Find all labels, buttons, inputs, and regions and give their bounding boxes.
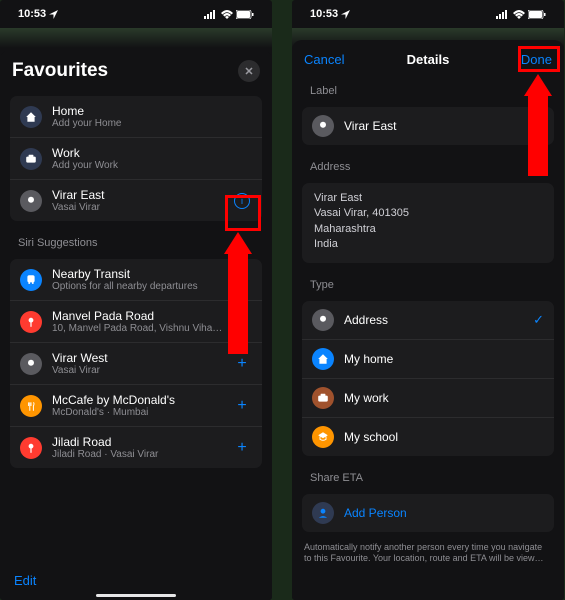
type-section: Address ✓ My home My work My school [302, 301, 554, 456]
type-label: Address [344, 313, 388, 327]
type-home[interactable]: My home [302, 339, 554, 378]
favourite-work[interactable]: WorkAdd your Work [10, 137, 262, 179]
row-title: Home [52, 104, 252, 118]
row-title: Manvel Pada Road [52, 309, 252, 323]
location-icon [49, 10, 58, 19]
suggestion-jiladi[interactable]: Jiladi RoadJiladi Road · Vasai Virar + [10, 426, 262, 468]
favourites-title: Favourites [12, 60, 108, 82]
row-sub: McDonald's · Mumbai [52, 407, 222, 418]
pin-icon [20, 437, 42, 459]
share-eta-label: Share ETA [292, 462, 564, 488]
favourite-virar-east[interactable]: Virar EastVasai Virar i [10, 179, 262, 221]
add-person-label: Add Person [344, 506, 407, 520]
done-button[interactable]: Done [510, 52, 552, 67]
type-label: My home [344, 352, 393, 366]
location-icon [341, 10, 350, 19]
row-title: McCafe by McDonald's [52, 393, 222, 407]
food-icon [20, 395, 42, 417]
status-bar: 10:53 [0, 0, 272, 28]
type-section-label: Type [292, 269, 564, 295]
school-icon [312, 426, 334, 448]
check-icon: ✓ [533, 312, 544, 328]
row-title: Nearby Transit [52, 267, 252, 281]
address-line-1: Vasai Virar, 401305 [314, 206, 542, 221]
address-section[interactable]: Virar East Vasai Virar, 401305 Maharasht… [302, 183, 554, 263]
row-sub: Vasai Virar [52, 202, 222, 213]
row-title: Virar East [52, 188, 222, 202]
info-button[interactable]: i [232, 191, 252, 211]
wifi-icon [513, 10, 525, 19]
right-phone: 10:53 Cancel Details Done Label Virar Ea… [292, 0, 564, 600]
left-phone: 10:53 Favourites ✕ HomeAdd your Home Wor… [0, 0, 272, 600]
row-title: Work [52, 146, 252, 160]
pin-icon [20, 190, 42, 212]
pin-icon [312, 309, 334, 331]
home-icon [312, 348, 334, 370]
row-sub: Options for all nearby departures [52, 281, 252, 292]
close-button[interactable]: ✕ [238, 60, 260, 82]
pin-icon [20, 353, 42, 375]
transit-icon [20, 269, 42, 291]
row-sub: Jiladi Road · Vasai Virar [52, 449, 222, 460]
add-button[interactable]: + [232, 438, 252, 458]
edit-button[interactable]: Edit [14, 573, 36, 588]
favourites-header: Favourites ✕ [0, 50, 272, 90]
add-button[interactable]: + [232, 396, 252, 416]
home-indicator[interactable] [96, 594, 176, 597]
label-section: Virar East [302, 107, 554, 145]
share-eta-desc: Automatically notify another person ever… [292, 538, 564, 573]
work-icon [20, 148, 42, 170]
label-value: Virar East [344, 119, 544, 133]
pin-icon [312, 115, 334, 137]
status-bar: 10:53 [292, 0, 564, 28]
type-label: My school [344, 430, 398, 444]
add-button[interactable]: + [232, 354, 252, 374]
address-line-3: India [314, 237, 542, 252]
home-icon [20, 106, 42, 128]
work-icon [312, 387, 334, 409]
info-icon: i [234, 193, 250, 209]
row-title: Jiladi Road [52, 435, 222, 449]
row-sub: Add your Work [52, 160, 252, 171]
row-sub: 10, Manvel Pada Road, Vishnu Viha… [52, 323, 252, 334]
suggestion-mccafe[interactable]: McCafe by McDonald'sMcDonald's · Mumbai … [10, 384, 262, 426]
type-school[interactable]: My school [302, 417, 554, 456]
type-address[interactable]: Address ✓ [302, 301, 554, 339]
status-time: 10:53 [18, 8, 46, 20]
arrow-info [224, 232, 252, 354]
share-eta-section: Add Person [302, 494, 554, 532]
details-header: Cancel Details Done [292, 40, 564, 75]
type-work[interactable]: My work [302, 378, 554, 417]
label-row[interactable]: Virar East [302, 107, 554, 145]
favourite-home[interactable]: HomeAdd your Home [10, 96, 262, 137]
arrow-done [524, 74, 552, 176]
row-sub: Vasai Virar [52, 365, 222, 376]
signal-icon [496, 10, 510, 19]
details-title: Details [407, 52, 450, 67]
address-line-0: Virar East [314, 191, 542, 206]
signal-icon [204, 10, 218, 19]
cancel-button[interactable]: Cancel [304, 52, 346, 67]
type-label: My work [344, 391, 389, 405]
pin-icon [20, 311, 42, 333]
wifi-icon [221, 10, 233, 19]
status-time: 10:53 [310, 8, 338, 20]
favourites-list: HomeAdd your Home WorkAdd your Work Vira… [10, 96, 262, 221]
row-sub: Add your Home [52, 118, 252, 129]
add-person-icon [312, 502, 334, 524]
battery-icon [528, 10, 546, 19]
row-title: Virar West [52, 351, 222, 365]
battery-icon [236, 10, 254, 19]
add-person[interactable]: Add Person [302, 494, 554, 532]
address-line-2: Maharashtra [314, 222, 542, 237]
